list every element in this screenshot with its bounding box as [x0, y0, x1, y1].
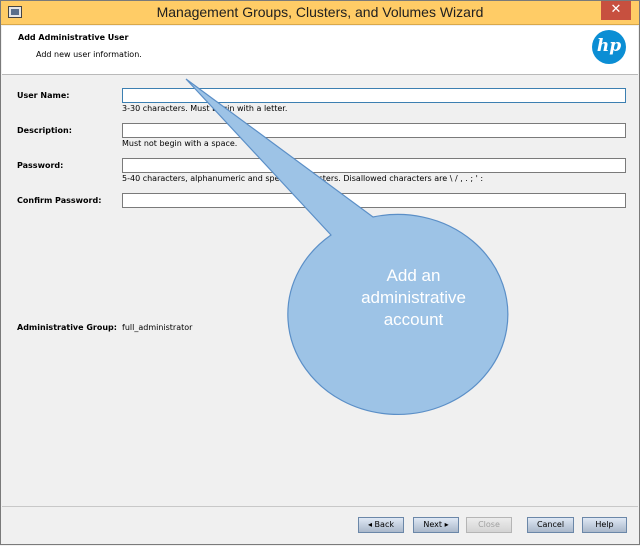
- callout-shape: [185, 78, 509, 415]
- callout-line: account: [383, 310, 444, 329]
- callout-line: Add an: [386, 266, 441, 285]
- back-button[interactable]: ◂ Back: [358, 517, 404, 533]
- callout-text: Add an administrative account: [331, 265, 496, 331]
- close-button[interactable]: Close: [466, 517, 512, 533]
- wizard-window: Management Groups, Clusters, and Volumes…: [0, 0, 640, 545]
- help-button[interactable]: Help: [582, 517, 627, 533]
- callout-line: administrative: [361, 288, 466, 307]
- next-button[interactable]: Next ▸: [413, 517, 459, 533]
- cancel-button[interactable]: Cancel: [527, 517, 574, 533]
- button-bar: ◂ Back Next ▸ Close Cancel Help: [2, 506, 638, 544]
